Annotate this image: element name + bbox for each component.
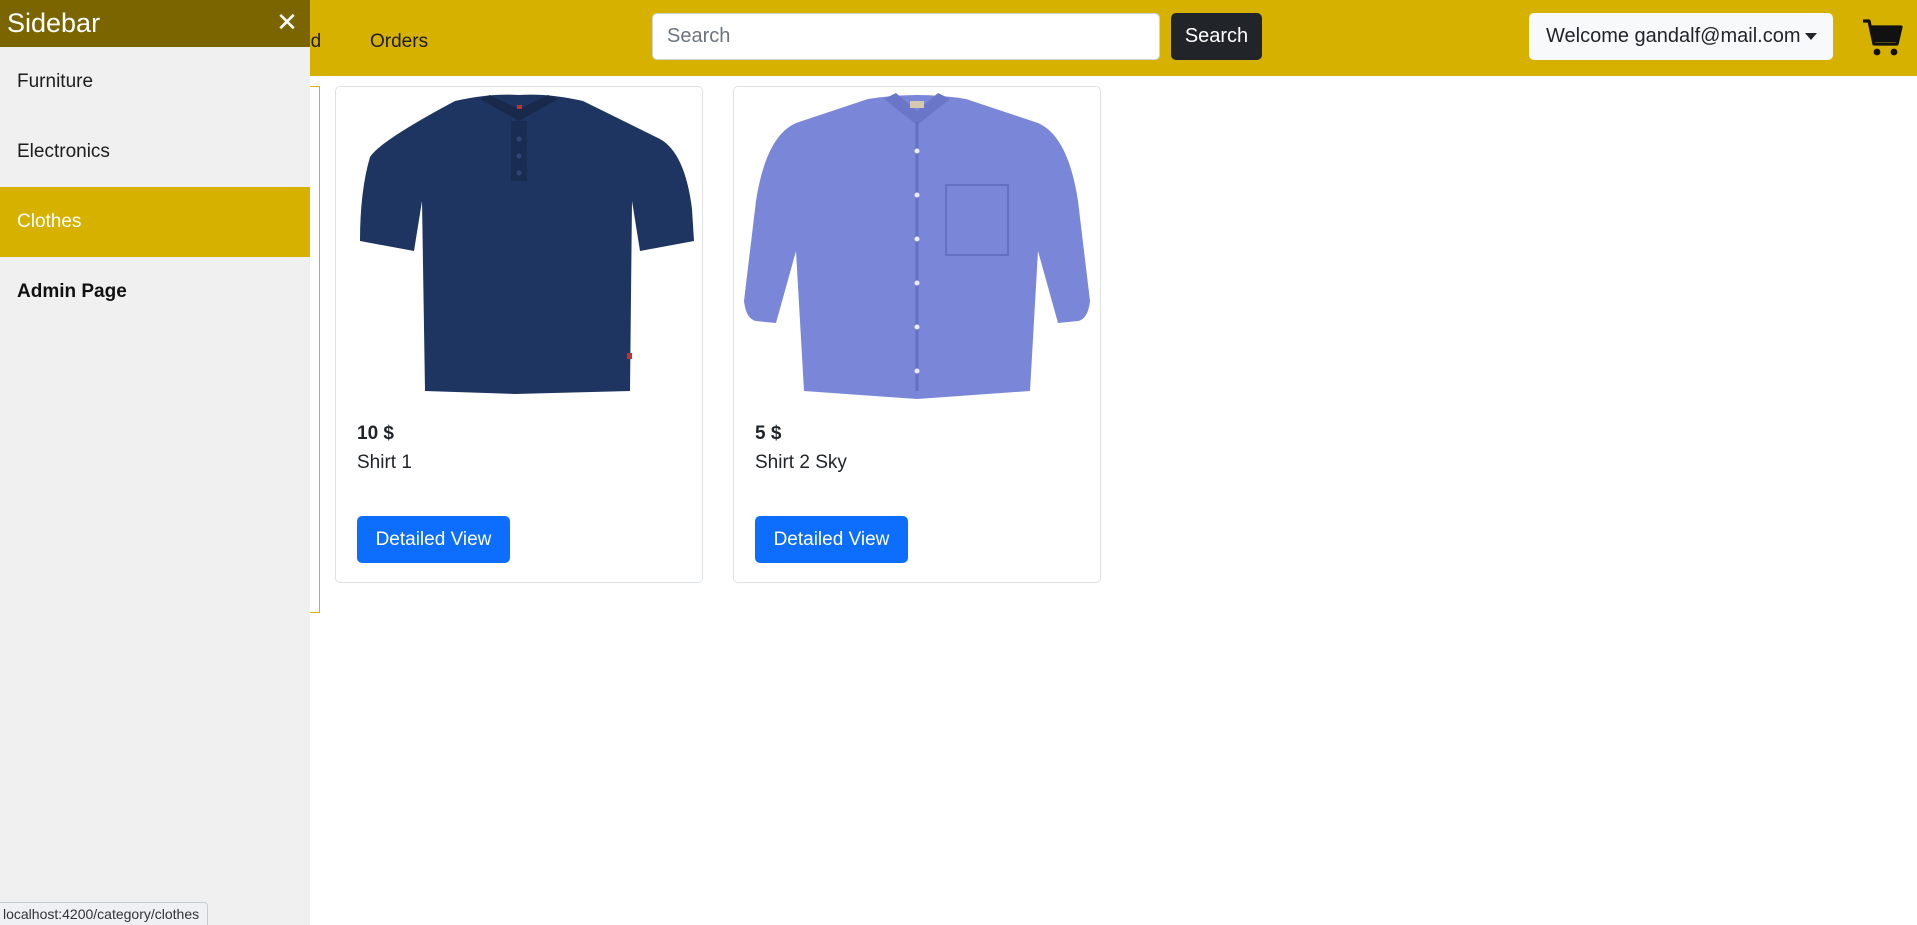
product-image-navy-polo (360, 94, 694, 394)
close-icon[interactable]: ✕ (274, 9, 300, 35)
nav-link-orders[interactable]: Orders (370, 28, 428, 56)
user-menu-dropdown[interactable]: Welcome gandalf@mail.com (1529, 13, 1833, 60)
products-container-edge (310, 86, 320, 613)
detailed-view-button[interactable]: Detailed View (755, 516, 908, 563)
product-card: 5 $ Shirt 2 Sky Detailed View (733, 86, 1101, 583)
user-menu-label: Welcome gandalf@mail.com (1546, 25, 1801, 47)
product-name: Shirt 2 Sky (755, 452, 847, 473)
search-button[interactable]: Search (1171, 13, 1262, 60)
sidebar-item-electronics[interactable]: Electronics (0, 117, 310, 187)
sidebar-item-admin-page[interactable]: Admin Page (0, 257, 310, 327)
sidebar-title: Sidebar (7, 8, 101, 38)
product-name: Shirt 1 (357, 452, 412, 473)
status-bar-url: localhost:4200/category/clothes (0, 902, 209, 925)
shopping-cart-icon[interactable] (1861, 16, 1903, 58)
sidebar-item-clothes[interactable]: Clothes (0, 187, 310, 257)
sidebar: Sidebar ✕ Furniture Electronics Clothes … (0, 0, 310, 925)
caret-down-icon (1805, 33, 1817, 40)
sidebar-item-furniture[interactable]: Furniture (0, 47, 310, 117)
product-price: 10 $ (357, 423, 394, 444)
product-image-blue-shirt (744, 93, 1090, 399)
detailed-view-button[interactable]: Detailed View (357, 516, 510, 563)
sidebar-header: Sidebar ✕ (0, 0, 310, 47)
search-input[interactable]: Search (652, 13, 1160, 60)
product-price: 5 $ (755, 423, 782, 444)
product-card: 10 $ Shirt 1 Detailed View (335, 86, 703, 583)
